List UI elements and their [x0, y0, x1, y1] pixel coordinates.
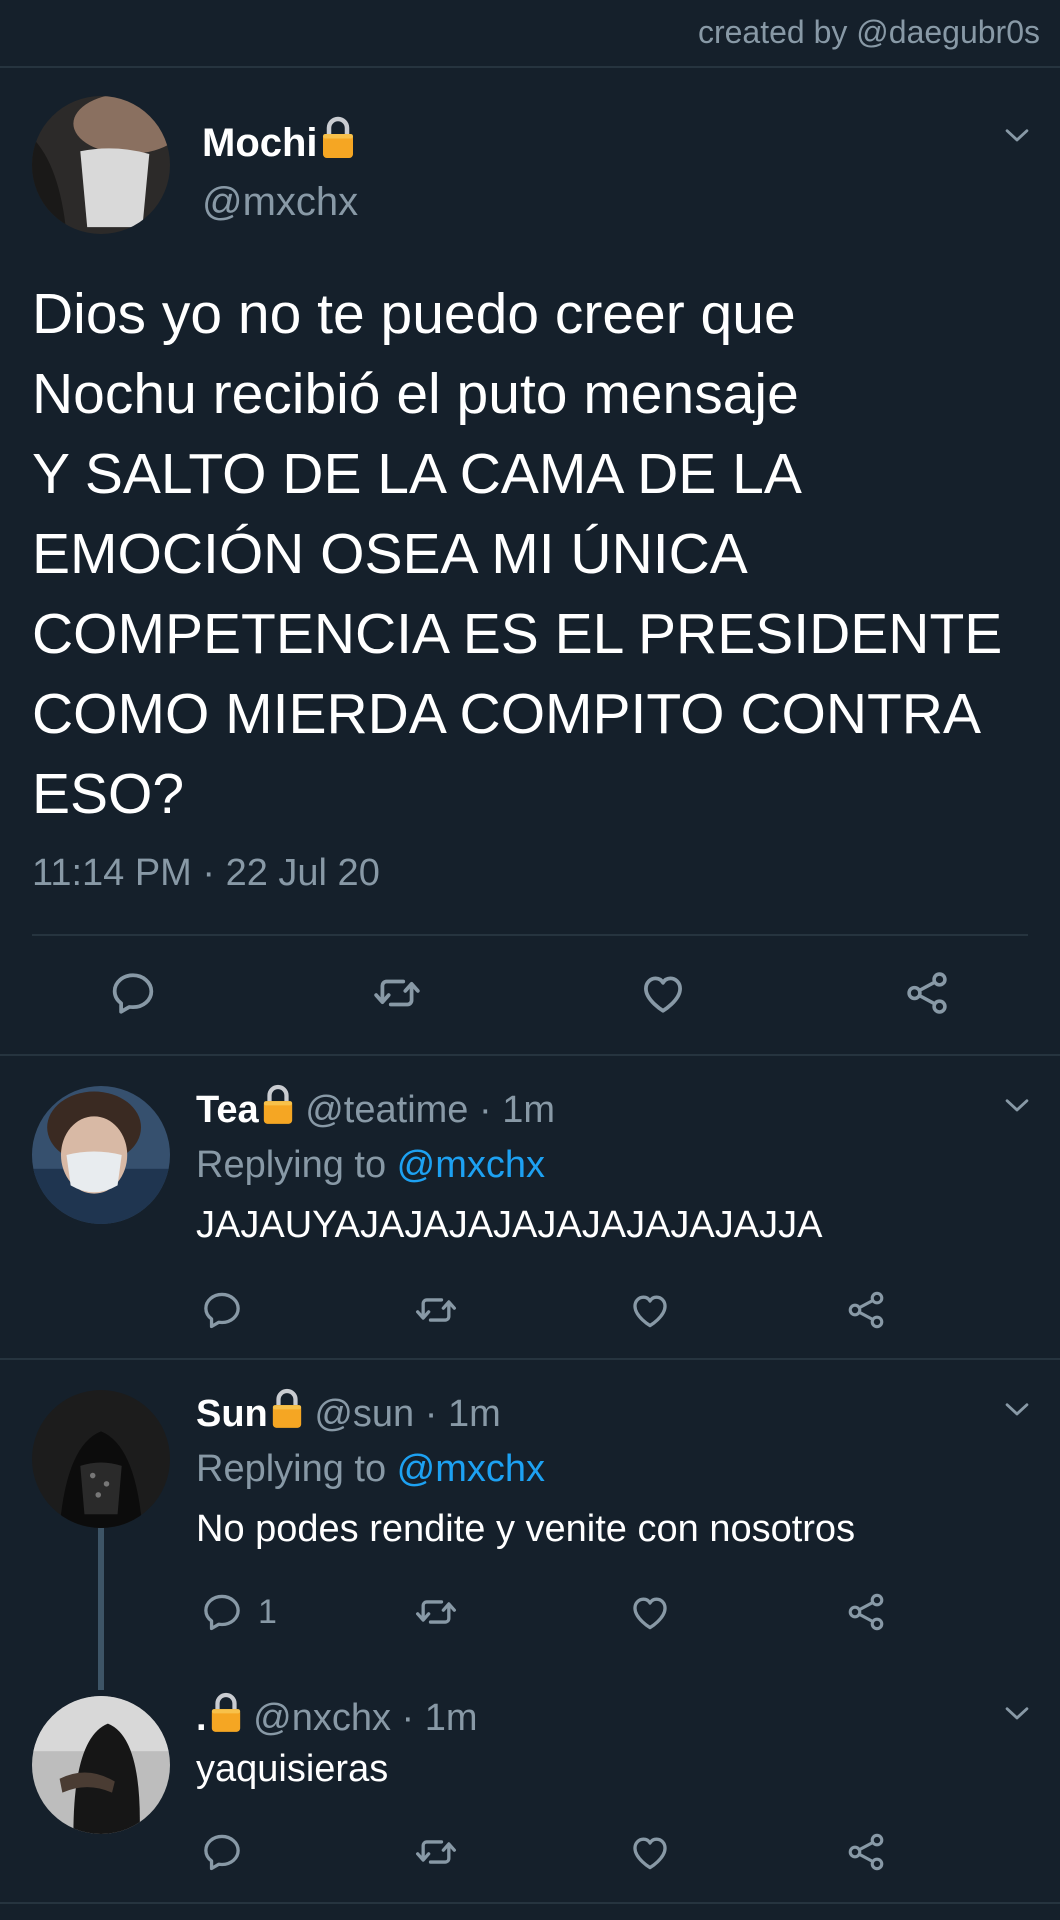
chevron-down-icon[interactable] — [1000, 1392, 1034, 1426]
reply-time: · 1m — [479, 1089, 555, 1131]
avatar[interactable] — [32, 1696, 170, 1834]
reply-text: yaquisieras — [196, 1748, 389, 1790]
share-button[interactable] — [844, 1830, 888, 1874]
display-name[interactable]: Sun — [196, 1393, 268, 1435]
divider — [0, 1054, 1060, 1056]
watermark-credit: created by @daegubr0s — [697, 14, 1040, 50]
avatar[interactable] — [32, 1390, 170, 1528]
reply-header[interactable]: Sun @sun · 1m — [196, 1386, 501, 1436]
user-handle[interactable]: @sun — [314, 1393, 414, 1435]
reply-button[interactable] — [108, 968, 158, 1018]
retweet-icon — [412, 1830, 460, 1874]
reply-button[interactable]: 1 — [200, 1590, 277, 1634]
divider — [32, 934, 1028, 936]
share-icon — [844, 1590, 888, 1634]
user-handle[interactable]: @nxchx — [253, 1697, 391, 1739]
reply-header[interactable]: . @nxchx · 1m — [196, 1690, 478, 1740]
display-name[interactable]: Tea — [196, 1089, 259, 1131]
like-icon — [628, 1288, 672, 1332]
thread-line — [98, 1528, 104, 1690]
retweet-button[interactable] — [412, 1590, 460, 1634]
chevron-down-icon[interactable] — [1000, 118, 1034, 152]
like-button[interactable] — [638, 968, 688, 1018]
retweet-button[interactable] — [370, 968, 424, 1018]
replying-to: Replying to @mxchx — [196, 1448, 546, 1490]
mention-link[interactable]: @mxchx — [397, 1448, 545, 1490]
share-icon — [844, 1830, 888, 1874]
lock-icon — [209, 1690, 243, 1734]
user-handle[interactable]: @mxchx — [202, 180, 358, 225]
divider — [0, 1902, 1060, 1904]
reply-text: No podes rendite y venite con nosotros — [196, 1508, 856, 1550]
reply-icon — [108, 968, 158, 1018]
retweet-icon — [412, 1288, 460, 1332]
tweet-timestamp[interactable]: 11:14 PM · 22 Jul 20 — [32, 852, 380, 895]
share-button[interactable] — [844, 1288, 888, 1332]
display-name[interactable]: Mochi — [202, 114, 356, 166]
divider — [0, 66, 1060, 68]
chevron-down-icon[interactable] — [1000, 1696, 1034, 1730]
avatar[interactable] — [32, 96, 170, 234]
like-icon — [628, 1590, 672, 1634]
share-button[interactable] — [844, 1590, 888, 1634]
chevron-down-icon[interactable] — [1000, 1088, 1034, 1122]
retweet-button[interactable] — [412, 1830, 460, 1874]
retweet-icon — [412, 1590, 460, 1634]
lock-icon — [270, 1386, 304, 1430]
reply-icon — [200, 1830, 244, 1874]
like-button[interactable] — [628, 1288, 672, 1332]
avatar[interactable] — [32, 1086, 170, 1224]
reply-header[interactable]: Tea @teatime · 1m — [196, 1082, 555, 1132]
share-button[interactable] — [902, 968, 952, 1018]
display-name[interactable]: . — [196, 1697, 207, 1739]
tweet-text: Dios yo no te puedo creer que Nochu reci… — [32, 282, 1003, 826]
reply-text: JAJAUYAJAJAJAJAJAJAJAJAJAJJA — [196, 1204, 823, 1246]
reply-button[interactable] — [200, 1288, 258, 1332]
share-icon — [844, 1288, 888, 1332]
lock-icon — [261, 1082, 295, 1126]
reply-count: 1 — [258, 1592, 277, 1631]
like-icon — [628, 1830, 672, 1874]
reply-icon — [200, 1590, 244, 1634]
reply-time: · 1m — [424, 1393, 501, 1435]
like-button[interactable] — [628, 1830, 672, 1874]
share-icon — [902, 968, 952, 1018]
like-button[interactable] — [628, 1590, 672, 1634]
retweet-icon — [370, 968, 424, 1018]
replying-to: Replying to @mxchx — [196, 1144, 546, 1186]
divider — [0, 1358, 1060, 1360]
user-handle[interactable]: @teatime — [305, 1089, 468, 1131]
retweet-button[interactable] — [412, 1288, 460, 1332]
lock-icon — [320, 114, 356, 160]
mention-link[interactable]: @mxchx — [397, 1144, 545, 1186]
reply-time: · 1m — [401, 1697, 478, 1739]
reply-icon — [200, 1288, 244, 1332]
like-icon — [638, 968, 688, 1018]
reply-button[interactable] — [200, 1830, 258, 1874]
